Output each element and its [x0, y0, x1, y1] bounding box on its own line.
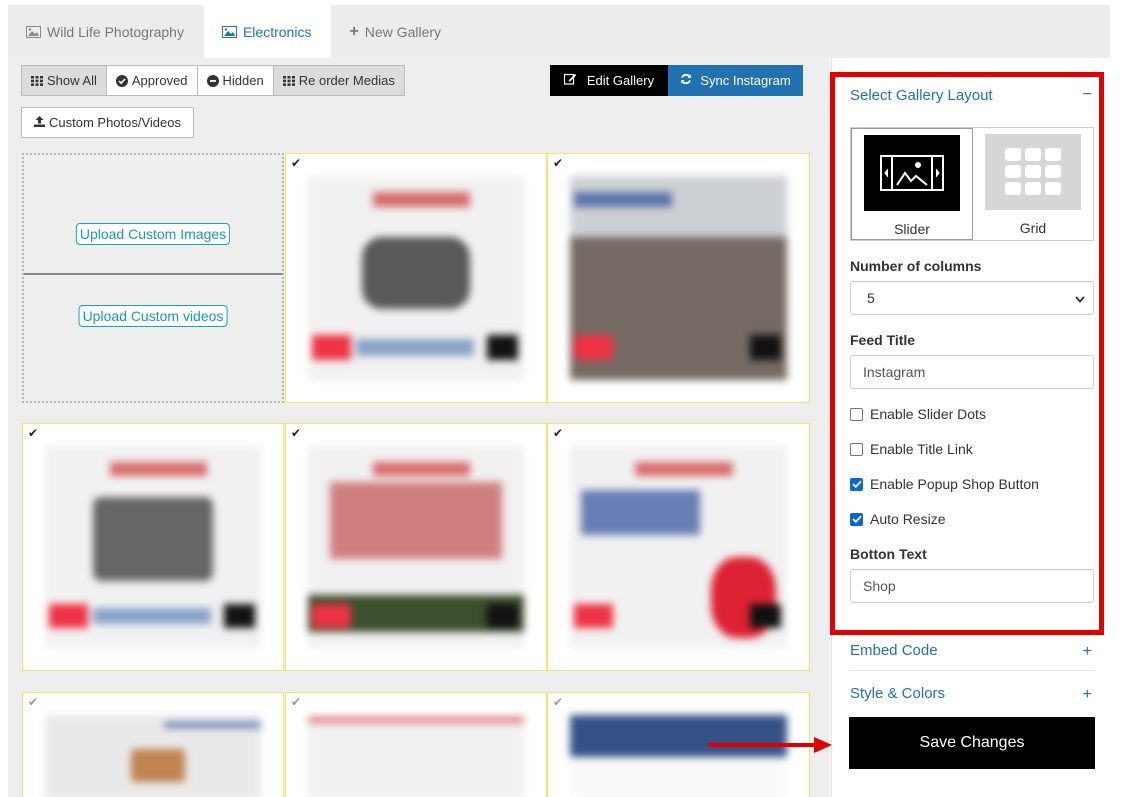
upload-dropzone: Upload Custom Images Upload Custom video… — [22, 153, 284, 403]
media-tile[interactable]: ✔ — [285, 692, 547, 797]
custom-photos-videos-button[interactable]: Custom Photos/Videos — [21, 107, 194, 138]
check-icon: ✔ — [28, 426, 39, 440]
hidden-button[interactable]: Hidden — [196, 65, 274, 96]
layout-option-label: Slider — [894, 221, 930, 237]
button-text-input[interactable]: Shop — [850, 569, 1094, 603]
checkbox[interactable] — [850, 407, 863, 421]
checkbox[interactable] — [850, 477, 863, 491]
media-thumbnail — [308, 446, 524, 648]
columns-value: 5 — [867, 290, 875, 306]
tab-label: New Gallery — [364, 23, 442, 40]
check-icon: ✔ — [553, 426, 564, 440]
edit-icon — [563, 73, 577, 88]
media-panel: Show All Approved Hidden Re order Medias… — [8, 58, 830, 797]
gallery-tabs: Wild Life Photography Electronics + New … — [8, 5, 1110, 58]
media-tile[interactable]: ✔ — [22, 692, 284, 797]
checkbox-label: Enable Popup Shop Button — [870, 476, 1039, 492]
upload-icon — [34, 115, 45, 130]
sync-instagram-label: Sync Instagram — [700, 73, 791, 88]
feed-title-input[interactable]: Instagram — [850, 355, 1094, 389]
tab-label: Electronics — [242, 23, 312, 40]
tab-label: Wild Life Photography — [47, 23, 184, 40]
media-tile[interactable]: ✔ — [285, 423, 547, 671]
reorder-medias-button[interactable]: Re order Medias — [272, 65, 405, 96]
select-gallery-layout-title[interactable]: Select Gallery Layout — [850, 87, 993, 104]
grid-icon — [31, 75, 43, 86]
grid-icon — [282, 75, 295, 86]
minus-circle-icon — [206, 74, 219, 87]
chevron-down-icon — [1075, 290, 1085, 306]
checkbox[interactable] — [850, 512, 863, 526]
media-tile[interactable]: ✔ — [22, 423, 284, 671]
layout-option-grid[interactable]: Grid — [973, 128, 1093, 240]
check-icon: ✔ — [553, 695, 564, 709]
enable-title-link-checkbox[interactable]: Enable Title Link — [850, 441, 973, 457]
collapse-toggle[interactable]: − — [1083, 86, 1092, 104]
check-icon: ✔ — [291, 156, 302, 170]
gallery-settings-sidebar: Select Gallery Layout − Slider Grid Numb… — [831, 58, 1110, 797]
enable-popup-shop-button-checkbox[interactable]: Enable Popup Shop Button — [850, 476, 1039, 492]
edit-gallery-label: Edit Gallery — [586, 73, 655, 88]
media-tile[interactable]: ✔ — [547, 423, 810, 671]
sync-instagram-button[interactable]: Sync Instagram — [668, 65, 803, 96]
divider — [24, 273, 282, 275]
tab-electronics[interactable]: Electronics — [203, 5, 332, 58]
show-all-label: Show All — [47, 73, 97, 88]
checkbox-label: Auto Resize — [870, 511, 946, 527]
tab-wild-life-photography[interactable]: Wild Life Photography — [8, 5, 204, 58]
arrow-right-icon — [708, 737, 832, 753]
columns-select[interactable]: 5 — [850, 281, 1094, 315]
filter-button-group: Show All Approved Hidden Re order Medias — [21, 65, 405, 96]
expand-toggle[interactable]: + — [1083, 643, 1092, 661]
check-icon: ✔ — [291, 695, 302, 709]
media-thumbnail — [308, 176, 524, 380]
image-icon — [26, 25, 41, 38]
checkbox-label: Enable Slider Dots — [870, 406, 986, 422]
columns-label: Number of columns — [850, 258, 982, 274]
approved-label: Approved — [131, 73, 188, 88]
feed-title-label: Feed Title — [850, 332, 916, 348]
refresh-icon — [680, 73, 692, 88]
approved-button[interactable]: Approved — [105, 65, 198, 96]
tab-new-gallery[interactable]: + New Gallery — [331, 5, 461, 58]
expand-toggle[interactable]: + — [1083, 686, 1092, 704]
plus-icon: + — [349, 22, 359, 40]
image-icon — [221, 25, 237, 38]
check-icon: ✔ — [553, 156, 564, 170]
divider — [850, 670, 1094, 671]
save-changes-button[interactable]: Save Changes — [849, 717, 1095, 769]
edit-gallery-button[interactable]: Edit Gallery — [550, 65, 668, 96]
check-icon: ✔ — [291, 426, 302, 440]
button-text-label: Botton Text — [850, 546, 927, 562]
layout-choices: Slider Grid — [850, 127, 1094, 241]
custom-media-label: Custom Photos/Videos — [49, 115, 181, 130]
media-thumbnail — [570, 176, 787, 380]
media-thumbnail — [308, 715, 524, 797]
reorder-label: Re order Medias — [298, 73, 395, 88]
media-tile[interactable]: ✔ — [547, 153, 810, 403]
check-circle-icon — [115, 74, 128, 87]
hidden-label: Hidden — [222, 73, 264, 88]
media-tile[interactable]: ✔ — [285, 153, 547, 403]
check-icon: ✔ — [28, 695, 39, 709]
media-thumbnail — [570, 715, 787, 797]
checkbox[interactable] — [850, 442, 863, 456]
upload-videos-button[interactable]: Upload Custom videos — [78, 305, 228, 327]
style-colors-title[interactable]: Style & Colors — [850, 685, 945, 702]
layout-option-label: Grid — [1019, 220, 1047, 236]
auto-resize-checkbox[interactable]: Auto Resize — [850, 511, 945, 527]
media-thumbnail — [45, 715, 261, 797]
layout-option-slider[interactable]: Slider — [851, 128, 973, 240]
media-thumbnail — [570, 446, 787, 648]
grid-layout-icon — [985, 134, 1081, 210]
upload-images-button[interactable]: Upload Custom Images — [75, 223, 231, 245]
media-thumbnail — [45, 446, 261, 648]
slider-layout-icon — [864, 135, 960, 211]
show-all-button[interactable]: Show All — [21, 65, 107, 96]
embed-code-title[interactable]: Embed Code — [850, 642, 938, 659]
enable-slider-dots-checkbox[interactable]: Enable Slider Dots — [850, 406, 986, 422]
checkbox-label: Enable Title Link — [870, 441, 973, 457]
